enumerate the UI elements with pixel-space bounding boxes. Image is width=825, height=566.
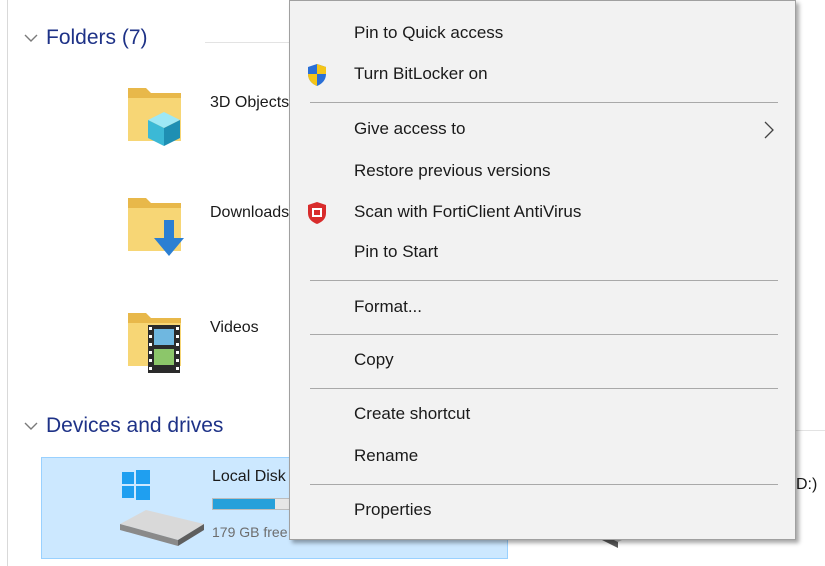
menu-separator xyxy=(310,388,778,389)
devices-group-header[interactable]: Devices and drives xyxy=(22,414,223,438)
menu-separator xyxy=(310,334,778,335)
menu-item-label: Turn BitLocker on xyxy=(354,64,488,83)
menu-separator xyxy=(310,484,778,485)
menu-item-label: Copy xyxy=(354,350,394,369)
menu-item-label: Scan with FortiClient AntiVirus xyxy=(354,202,582,221)
chevron-right-icon xyxy=(764,121,774,139)
menu-item-properties[interactable]: Properties xyxy=(290,494,795,530)
3d-objects-folder-icon xyxy=(128,88,181,146)
folder-item-3d-objects[interactable]: 3D Objects xyxy=(120,80,290,150)
menu-item-create-shortcut[interactable]: Create shortcut xyxy=(290,398,795,434)
menu-item-label: Properties xyxy=(354,500,432,519)
menu-item-label: Create shortcut xyxy=(354,404,471,423)
menu-item-label: Restore previous versions xyxy=(354,161,551,180)
menu-item-pin-to-start[interactable]: Pin to Start xyxy=(290,236,795,272)
menu-item-scan-with-forticlient[interactable]: Scan with FortiClient AntiVirus xyxy=(290,196,795,232)
folder-name: 3D Objects xyxy=(210,94,290,111)
menu-item-label: Pin to Start xyxy=(354,242,439,261)
downloads-folder-icon xyxy=(128,198,184,256)
folder-name: Downloads xyxy=(210,204,290,221)
folder-name: Videos xyxy=(210,319,259,336)
group-divider xyxy=(796,430,825,431)
menu-item-rename[interactable]: Rename xyxy=(290,440,795,476)
menu-item-label: Give access to xyxy=(354,119,466,138)
folders-group-title: Folders (7) xyxy=(46,26,148,49)
menu-item-label: Rename xyxy=(354,446,419,465)
devices-group-title: Devices and drives xyxy=(46,414,224,437)
menu-item-give-access-to[interactable]: Give access to xyxy=(290,113,795,149)
menu-item-turn-bitlocker-on[interactable]: Turn BitLocker on xyxy=(290,58,795,94)
menu-separator xyxy=(310,102,778,103)
forticlient-icon xyxy=(308,202,326,224)
menu-separator xyxy=(310,280,778,281)
folders-group-header[interactable]: Folders (7) xyxy=(22,26,148,50)
group-divider xyxy=(205,42,290,43)
chevron-down-icon xyxy=(24,422,38,430)
menu-item-label: Format... xyxy=(354,297,423,316)
menu-item-format[interactable]: Format... xyxy=(290,291,795,327)
pane-border xyxy=(7,0,8,566)
menu-item-restore-previous-versions[interactable]: Restore previous versions xyxy=(290,155,795,191)
folder-item-downloads[interactable]: Downloads xyxy=(120,190,290,260)
menu-item-label: Pin to Quick access xyxy=(354,23,504,42)
drive-name[interactable]: D:) xyxy=(796,476,817,494)
menu-item-copy[interactable]: Copy xyxy=(290,344,795,380)
videos-folder-icon xyxy=(128,313,181,373)
folder-item-videos[interactable]: Videos xyxy=(120,305,290,375)
menu-item-pin-to-quick-access[interactable]: Pin to Quick access xyxy=(290,17,795,53)
uac-shield-icon xyxy=(308,64,326,86)
drive-usage-fill xyxy=(213,499,275,509)
windows-drive-icon xyxy=(120,470,204,546)
context-menu: Pin to Quick access Turn BitLocker on Gi… xyxy=(289,0,796,540)
chevron-down-icon xyxy=(24,34,38,42)
